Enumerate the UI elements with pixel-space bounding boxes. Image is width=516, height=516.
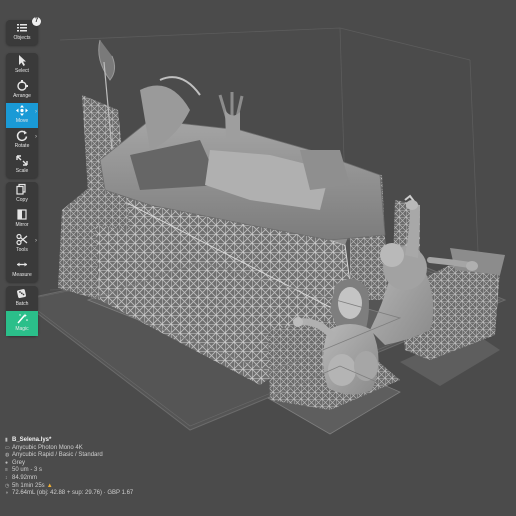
info-time-row: ◷ 5h 1min 25s ▲: [5, 483, 205, 491]
arrange-label: Arrange: [13, 93, 31, 99]
warning-icon[interactable]: ▲: [47, 483, 53, 491]
volume-icon: ◑: [5, 490, 9, 497]
resin-profile: Anycubic Rapid / Basic / Standard: [12, 452, 103, 459]
print-time: 5h 1min 25s: [12, 482, 45, 489]
batch-label: Batch: [15, 301, 29, 307]
tools-expand-icon[interactable]: ›: [35, 238, 37, 244]
magic-label: Magic: [15, 326, 29, 332]
objects-label: Objects: [13, 35, 31, 41]
move-icon: [16, 105, 28, 116]
scissors-icon: [16, 233, 28, 246]
scale-label: Scale: [15, 168, 29, 174]
cursor-icon: [19, 55, 26, 66]
magic-button[interactable]: Magic: [6, 311, 38, 336]
clock-icon: ◷: [5, 482, 10, 489]
rotate-expand-icon[interactable]: ›: [35, 134, 37, 140]
measure-button[interactable]: Measure: [6, 257, 38, 282]
mirror-button[interactable]: Mirror: [6, 207, 38, 232]
dice-icon: [17, 289, 26, 299]
copy-label: Copy: [16, 197, 28, 203]
mirror-icon: [17, 209, 27, 220]
objects-group: Objects 7: [6, 17, 41, 45]
measure-label: Measure: [12, 272, 32, 278]
color-drop-icon: ●: [5, 459, 9, 466]
batch-button[interactable]: Batch: [6, 286, 38, 311]
objects-count-badge: 7: [32, 17, 41, 26]
move-expand-icon[interactable]: ›: [35, 109, 37, 115]
wand-icon: [17, 313, 28, 324]
left-toolbar: Objects 7 Select Arrange Move › Rotate ›…: [6, 17, 41, 340]
move-label: Move: [15, 118, 29, 124]
resin-profile-icon: ◍: [5, 452, 10, 459]
measure-icon: [17, 262, 27, 267]
print-height: 84.92mm: [12, 474, 38, 481]
layer-settings: 50 um - 3 s: [12, 467, 43, 474]
info-profile-row: ◍ Anycubic Rapid / Basic / Standard: [5, 452, 205, 460]
select-button[interactable]: Select: [6, 53, 38, 78]
info-layer-row: ≡ 50 um - 3 s: [5, 467, 205, 475]
copy-button[interactable]: Copy: [6, 182, 38, 207]
resin-color: Grey: [12, 459, 26, 466]
resin-volume: 72.64mL (obj: 42.88 + sup: 29.76) · GBP …: [12, 490, 134, 497]
file-icon: ▮: [5, 437, 8, 443]
tools-label: Tools: [16, 247, 28, 253]
arrange-icon: [17, 80, 28, 91]
printer-name: Anycubic Photon Mono 4K: [12, 444, 83, 451]
rotate-button[interactable]: Rotate ›: [6, 128, 38, 153]
edit-group: Copy Mirror Tools › Measure: [6, 182, 38, 282]
info-height-row: ↕ 84.92mm: [5, 475, 205, 483]
move-button[interactable]: Move ›: [6, 103, 38, 128]
transform-group: Select Arrange Move › Rotate › Scale: [6, 53, 38, 178]
copy-icon: [16, 183, 26, 195]
layers-icon: ≡: [5, 467, 8, 474]
file-name: B_Selena.lys*: [12, 437, 52, 443]
scale-button[interactable]: Scale: [6, 153, 38, 178]
rotate-label: Rotate: [14, 143, 30, 149]
print-info-panel: ▮ B_Selena.lys* ▭ Anycubic Photon Mono 4…: [5, 437, 205, 498]
height-icon: ↕: [5, 474, 8, 481]
mirror-label: Mirror: [15, 222, 29, 228]
select-label: Select: [15, 68, 29, 74]
rotate-icon: [16, 130, 28, 142]
scale-icon: [16, 155, 28, 166]
info-file-row: ▮ B_Selena.lys*: [5, 437, 205, 445]
batch-group: Batch Magic: [6, 286, 38, 336]
objects-button[interactable]: Objects 7: [6, 17, 41, 45]
arrange-button[interactable]: Arrange: [6, 78, 38, 103]
tools-button[interactable]: Tools ›: [6, 232, 38, 257]
printer-icon: ▭: [5, 444, 10, 451]
info-volume-row: ◑ 72.64mL (obj: 42.88 + sup: 29.76) · GB…: [5, 490, 205, 498]
info-color-row: ● Grey: [5, 460, 205, 468]
list-icon: [17, 24, 27, 32]
info-printer-row: ▭ Anycubic Photon Mono 4K: [5, 445, 205, 453]
